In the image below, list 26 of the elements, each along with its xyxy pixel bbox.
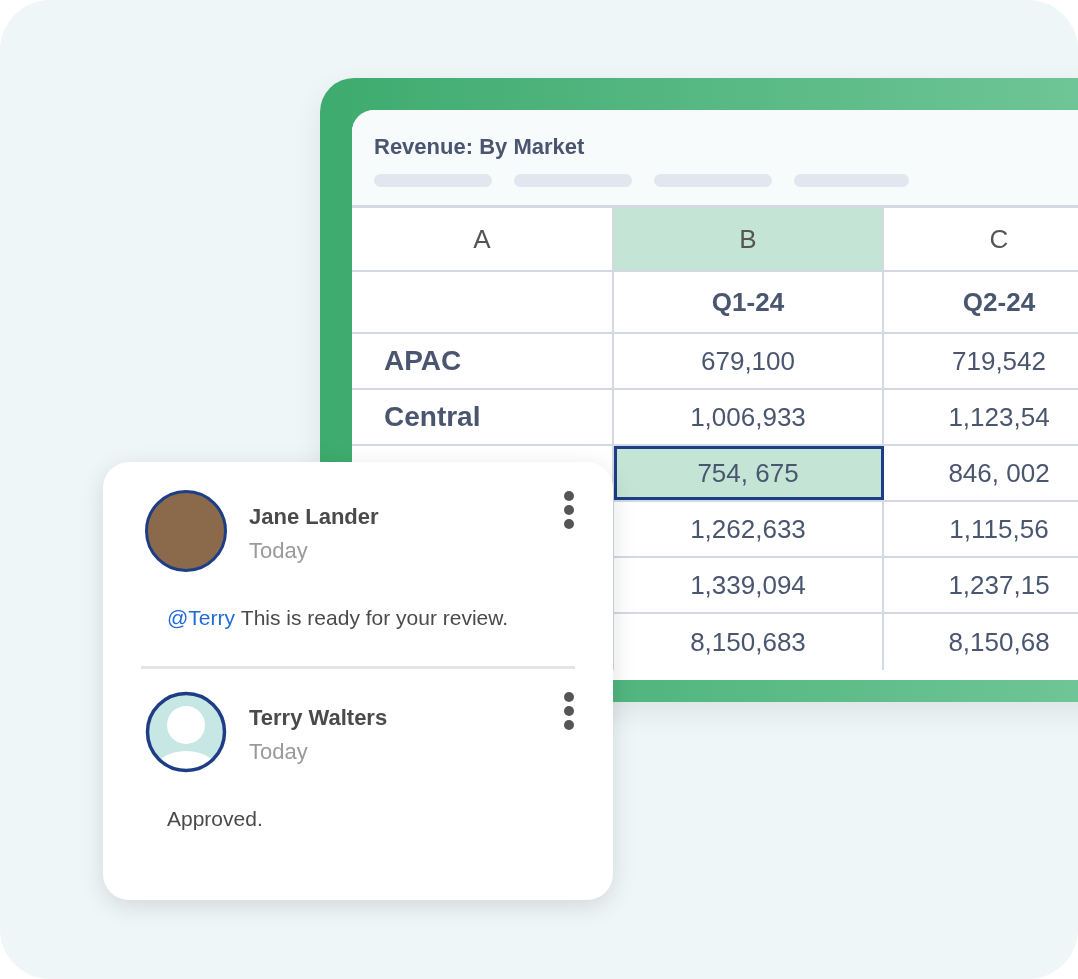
- table-cell[interactable]: 719,542: [884, 334, 1078, 388]
- market-label: APAC: [352, 334, 614, 388]
- quarter-header: Q2-24: [961, 285, 1037, 319]
- comment-time: Today: [249, 538, 309, 564]
- table-cell[interactable]: 679,100: [614, 334, 884, 388]
- sheet-title: Revenue: By Market: [374, 134, 586, 160]
- more-options-icon[interactable]: [563, 691, 575, 731]
- table-cell[interactable]: 1,237,15: [884, 558, 1078, 612]
- more-options-icon[interactable]: [563, 490, 575, 530]
- comment-text: @Terry This is ready for your review.: [167, 606, 510, 630]
- quarter-header: Q1-24: [614, 272, 884, 332]
- table-cell[interactable]: 1,115,56: [884, 502, 1078, 556]
- user-silhouette-icon: [145, 691, 227, 773]
- column-header[interactable]: B: [614, 208, 884, 270]
- column-header[interactable]: C: [884, 208, 1078, 270]
- mention-link[interactable]: @Terry: [167, 606, 235, 629]
- table-cell[interactable]: 754, 675: [614, 446, 884, 500]
- table-cell[interactable]: 8,150,68: [884, 614, 1078, 670]
- author-name: Jane Lander: [249, 504, 380, 530]
- table-cell[interactable]: 1,006,933: [614, 390, 884, 444]
- market-label: Central: [352, 390, 614, 444]
- table-cell[interactable]: 1,123,54: [884, 390, 1078, 444]
- table-cell[interactable]: 846, 002: [884, 446, 1078, 500]
- comment-time: Today: [249, 739, 309, 765]
- comment-text: Approved.: [167, 807, 264, 831]
- author-name: Terry Walters: [249, 705, 389, 731]
